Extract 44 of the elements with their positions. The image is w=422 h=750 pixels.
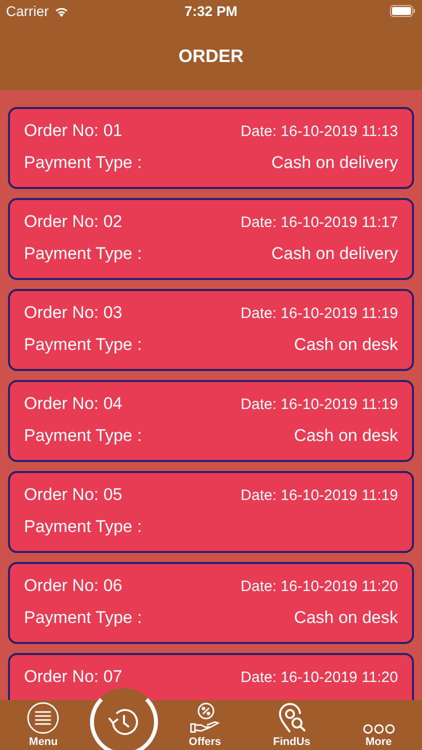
payment-value: Cash on desk xyxy=(294,335,398,355)
order-number: Order No: 03 xyxy=(24,303,122,323)
order-date: Date: 16-10-2019 11:19 xyxy=(240,304,398,322)
order-card[interactable]: Order No: 02 Date: 16-10-2019 11:17 Payment Type : Cash on delivery xyxy=(8,198,414,280)
order-card[interactable]: Order No: 07 Date: 16-10-2019 11:20 xyxy=(8,653,414,700)
order-number: Order No: 04 xyxy=(24,394,122,414)
payment-label: Payment Type : xyxy=(24,153,142,173)
payment-value: Cash on desk xyxy=(294,426,398,446)
carrier-label: Carrier xyxy=(6,3,49,19)
order-date: Date: 16-10-2019 11:13 xyxy=(240,122,398,140)
wifi-icon xyxy=(54,6,69,16)
order-number: Order No: 02 xyxy=(24,212,122,232)
order-number: Order No: 07 xyxy=(24,667,122,687)
screen-title: ORDER xyxy=(178,46,244,66)
payment-label: Payment Type : xyxy=(24,517,142,537)
payment-value: Cash on desk xyxy=(294,608,398,628)
order-card[interactable]: Order No: 06 Date: 16-10-2019 11:20 Payment Type : Cash on desk xyxy=(8,562,414,644)
order-date: Date: 16-10-2019 11:20 xyxy=(240,668,398,686)
payment-value: Cash on delivery xyxy=(271,153,398,173)
payment-label: Payment Type : xyxy=(24,335,142,355)
order-card[interactable]: Order No: 05 Date: 16-10-2019 11:19 Payment Type : xyxy=(8,471,414,553)
order-date: Date: 16-10-2019 11:17 xyxy=(240,214,398,230)
payment-value: Cash on delivery xyxy=(271,244,398,264)
tab-bar-item[interactable]: Menu xyxy=(0,700,87,750)
order-date: Date: 16-10-2019 11:19 xyxy=(240,486,398,504)
status-time: 7:32 PM xyxy=(184,3,238,19)
order-card[interactable]: Order No: 01 Date: 16-10-2019 11:13 Payment Type : Cash on delivery xyxy=(8,107,414,189)
battery-icon xyxy=(390,5,416,17)
order-date: Date: 16-10-2019 11:19 xyxy=(240,396,398,412)
menu-icon xyxy=(27,702,60,734)
percent-hand-icon xyxy=(188,702,221,734)
order-date: Date: 16-10-2019 11:20 xyxy=(240,578,398,594)
payment-label: Payment Type : xyxy=(24,244,142,264)
tab-bar-item[interactable]: More xyxy=(335,700,422,750)
order-card[interactable]: Order No: 04 Date: 16-10-2019 11:19 Payment Type : Cash on desk xyxy=(8,380,414,462)
order-number: Order No: 05 xyxy=(24,485,122,505)
order-number: Order No: 06 xyxy=(24,576,122,596)
order-card[interactable]: Order No: 03 Date: 16-10-2019 11:19 Payment Type : Cash on desk xyxy=(8,289,414,371)
payment-label: Payment Type : xyxy=(24,426,142,446)
more-icon xyxy=(362,724,395,734)
order-number: Order No: 01 xyxy=(24,121,122,141)
tab-bar-item[interactable]: FindUs xyxy=(248,700,336,750)
tab-bar-item[interactable]: Offers xyxy=(162,700,248,750)
payment-label: Payment Type : xyxy=(24,608,142,628)
